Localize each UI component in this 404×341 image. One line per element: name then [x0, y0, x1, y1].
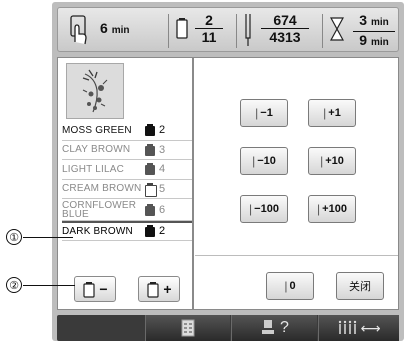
needle-icon: | — [255, 106, 259, 120]
needle-help-icon — [262, 320, 275, 334]
thread-tension-icon — [339, 320, 357, 334]
needle-icon: | — [320, 154, 324, 168]
spool-icon — [145, 225, 155, 238]
help-button[interactable]: ? — [231, 315, 317, 341]
spool-icon — [83, 282, 96, 298]
stitch-plus-100-button[interactable]: | +100 — [308, 195, 356, 223]
elapsed-time: 6 — [100, 20, 108, 36]
stitch-plus-1-button[interactable]: | +1 — [308, 99, 356, 127]
spool-icon — [145, 124, 155, 137]
remaining-unit: min — [370, 17, 389, 28]
stitch-minus-100-button[interactable]: | −100 — [240, 195, 288, 223]
pattern-thumbnail — [66, 63, 124, 119]
list-item[interactable]: LIGHT LILAC 4 — [62, 160, 192, 180]
status-bar: 6 min 2 11 674 4313 3 min 9 min — [57, 7, 399, 52]
spool-minus-button[interactable]: − — [74, 276, 116, 302]
callout-2-line — [23, 285, 75, 286]
spool-icon — [145, 143, 155, 156]
color-current: 2 — [195, 12, 223, 29]
thread-tension-button[interactable]: ⟷ — [318, 315, 399, 341]
color-sequence-panel: MOSS GREEN 2 CLAY BROWN 3 LIGHT LILAC 4 … — [58, 58, 194, 309]
close-button[interactable]: 关闭 — [336, 272, 384, 300]
spool-icon — [176, 12, 188, 48]
total-unit: min — [370, 37, 389, 48]
stitch-minus-10-button[interactable]: | −10 — [240, 147, 288, 175]
elapsed-unit: min — [111, 25, 130, 36]
list-item[interactable]: MOSS GREEN 2 — [62, 121, 192, 141]
list-item[interactable]: CREAM BROWN 5 — [62, 180, 192, 199]
remaining-time: 3 — [359, 12, 368, 28]
checklist-icon — [181, 319, 195, 337]
spool-plus-button[interactable]: + — [138, 276, 180, 302]
color-list: MOSS GREEN 2 CLAY BROWN 3 LIGHT LILAC 4 … — [62, 121, 192, 241]
spool-icon — [147, 282, 160, 298]
needle-icon — [242, 12, 254, 48]
spool-icon — [145, 163, 155, 176]
callout-1-line — [23, 237, 73, 238]
list-item[interactable]: CORNFLOWER BLUE 6 — [62, 199, 192, 221]
hand-timer-icon — [68, 12, 90, 48]
divider — [195, 255, 398, 256]
list-item[interactable]: DARK BROWN 2 — [62, 221, 192, 241]
stitch-plus-10-button[interactable]: | +10 — [308, 147, 356, 175]
needle-icon: | — [249, 202, 253, 216]
main-panel: MOSS GREEN 2 CLAY BROWN 3 LIGHT LILAC 4 … — [57, 57, 399, 310]
checklist-button[interactable] — [145, 315, 230, 341]
needle-icon: | — [317, 202, 321, 216]
total-time: 9 — [359, 32, 368, 48]
hourglass-icon — [329, 12, 345, 48]
machine-screen: 6 min 2 11 674 4313 3 min 9 min MOSS GRE… — [52, 2, 404, 341]
needle-icon: | — [323, 106, 327, 120]
bottom-toolbar: ? ⟷ — [57, 315, 399, 341]
callout-2: ② — [6, 277, 22, 293]
color-total: 11 — [201, 29, 217, 45]
spool-icon — [145, 203, 155, 216]
needle-icon: | — [252, 154, 256, 168]
list-item[interactable]: CLAY BROWN 3 — [62, 141, 192, 160]
callout-1: ① — [6, 229, 22, 245]
stitch-minus-1-button[interactable]: | −1 — [240, 99, 288, 127]
stitch-total: 4313 — [269, 29, 301, 45]
spool-icon — [145, 182, 157, 197]
stitch-zero-button[interactable]: | 0 — [266, 272, 314, 300]
needle-icon: | — [284, 279, 288, 293]
stitch-current: 674 — [261, 12, 309, 29]
